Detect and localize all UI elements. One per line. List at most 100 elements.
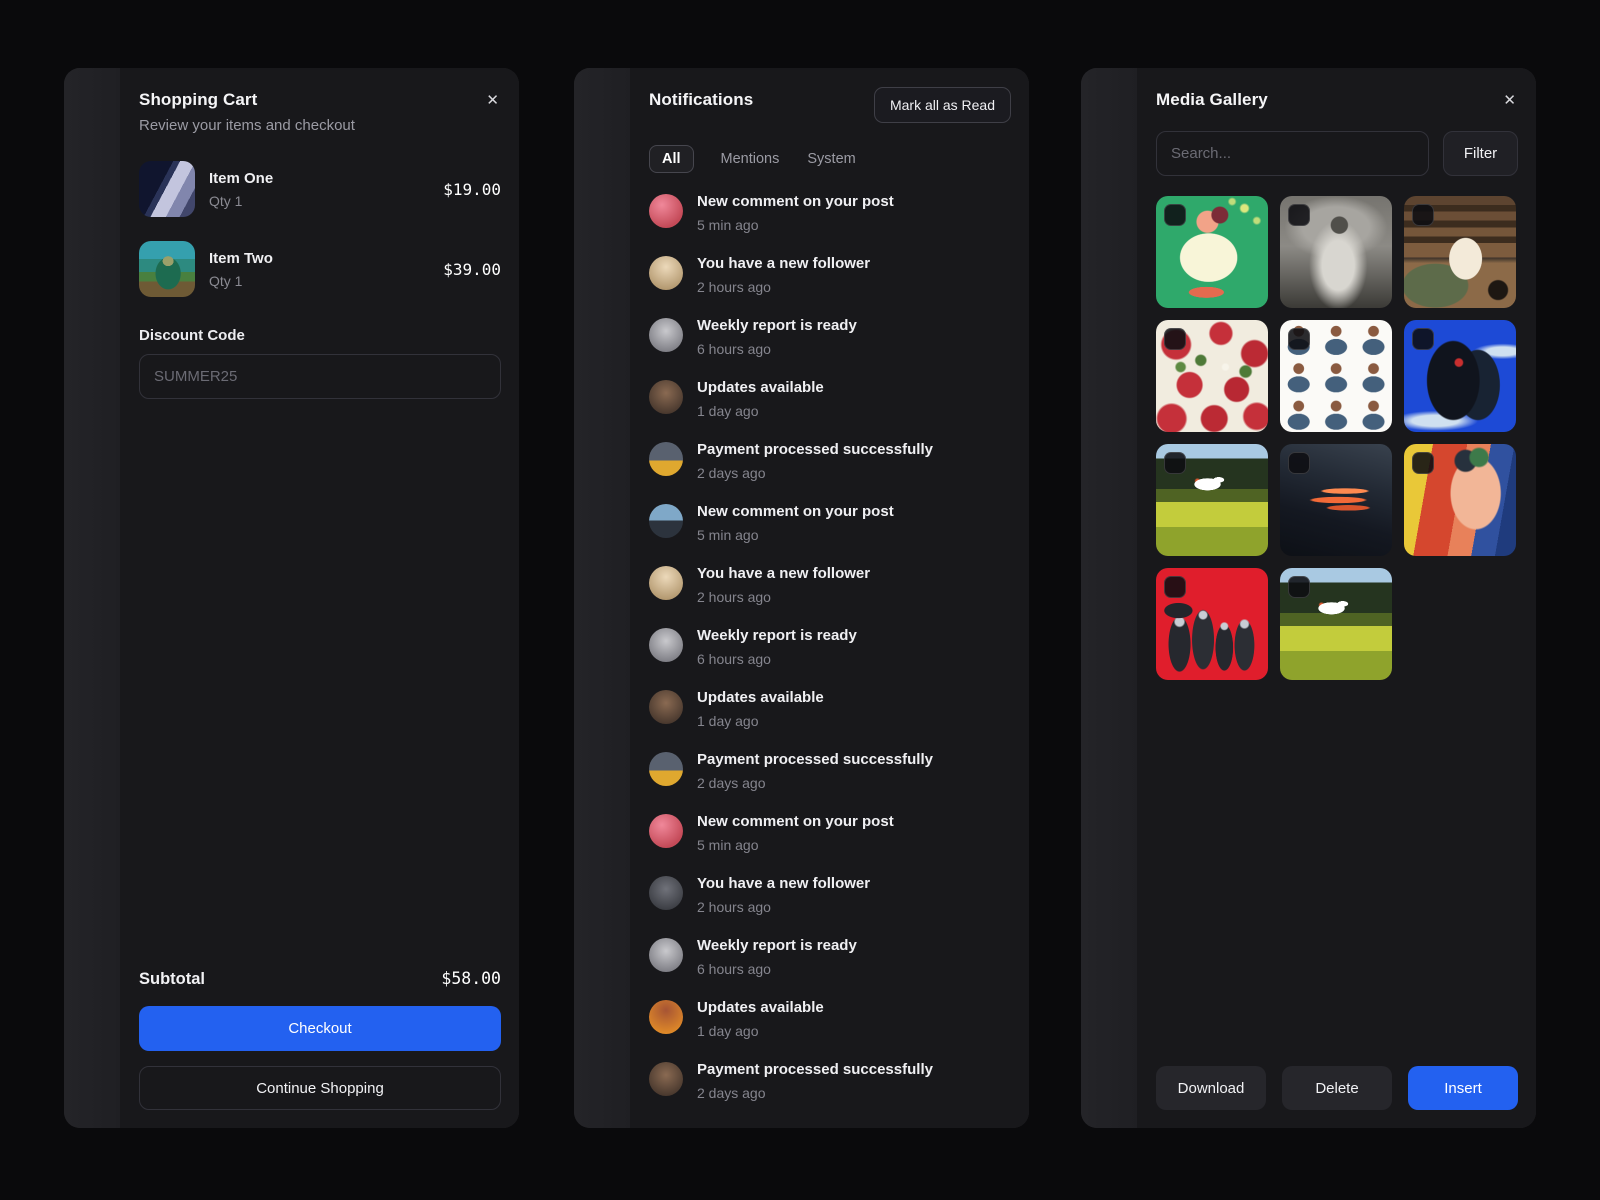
subtotal-label: Subtotal bbox=[139, 970, 205, 989]
cart-item-list: Item One Qty 1 $19.00 Item Two Qty 1 $39… bbox=[139, 161, 501, 297]
tile-checkbox[interactable] bbox=[1164, 328, 1186, 350]
gallery-tile[interactable] bbox=[1404, 196, 1516, 308]
notification-time: 1 day ago bbox=[697, 712, 824, 730]
notification-item[interactable]: Payment processed successfully 2 days ag… bbox=[649, 750, 1011, 798]
notification-item[interactable]: New comment on your post 5 min ago bbox=[649, 192, 1011, 240]
gallery-tile[interactable] bbox=[1156, 320, 1268, 432]
notification-item[interactable]: Weekly report is ready 6 hours ago bbox=[649, 316, 1011, 364]
notification-title: Payment processed successfully bbox=[697, 440, 933, 460]
notification-time: 6 hours ago bbox=[697, 960, 857, 978]
gallery-close-button[interactable]: ✕ bbox=[1501, 91, 1518, 110]
notification-item[interactable]: You have a new follower 2 hours ago bbox=[649, 564, 1011, 612]
notification-text: New comment on your post 5 min ago bbox=[697, 502, 894, 544]
avatar bbox=[649, 194, 683, 228]
panel-edge bbox=[64, 68, 120, 1128]
tile-checkbox[interactable] bbox=[1164, 452, 1186, 474]
tile-checkbox[interactable] bbox=[1164, 204, 1186, 226]
notification-time: 2 hours ago bbox=[697, 898, 870, 916]
tile-checkbox[interactable] bbox=[1288, 204, 1310, 226]
checkout-button[interactable]: Checkout bbox=[139, 1006, 501, 1051]
filter-button[interactable]: Filter bbox=[1443, 131, 1518, 176]
tile-checkbox[interactable] bbox=[1164, 576, 1186, 598]
cart-close-button[interactable]: ✕ bbox=[484, 91, 501, 110]
subtotal-value: $58.00 bbox=[441, 969, 501, 988]
notification-title: Updates available bbox=[697, 688, 824, 708]
cart-item-qty: Qty 1 bbox=[209, 193, 273, 209]
notification-title: Weekly report is ready bbox=[697, 936, 857, 956]
discount-section: Discount Code bbox=[139, 327, 501, 399]
notification-item[interactable]: New comment on your post 5 min ago bbox=[649, 812, 1011, 860]
cart-item-name: Item Two bbox=[209, 250, 273, 267]
notification-title: Payment processed successfully bbox=[697, 1060, 933, 1080]
notification-text: New comment on your post 5 min ago bbox=[697, 192, 894, 234]
notification-item[interactable]: Payment processed successfully 2 days ag… bbox=[649, 1060, 1011, 1108]
gallery-search-row: Filter bbox=[1156, 131, 1518, 176]
tile-checkbox[interactable] bbox=[1412, 452, 1434, 474]
panel-edge bbox=[1081, 68, 1137, 1128]
gallery-title: Media Gallery bbox=[1156, 90, 1268, 110]
notification-time: 5 min ago bbox=[697, 526, 894, 544]
continue-shopping-button[interactable]: Continue Shopping bbox=[139, 1066, 501, 1110]
notification-tab[interactable]: All bbox=[649, 145, 694, 173]
cart-title: Shopping Cart bbox=[139, 90, 257, 110]
notification-item[interactable]: New comment on your post 5 min ago bbox=[649, 502, 1011, 550]
media-gallery-content: Media Gallery ✕ Filter bbox=[1137, 68, 1536, 1128]
close-icon: ✕ bbox=[1503, 92, 1516, 109]
gallery-tile[interactable] bbox=[1156, 196, 1268, 308]
close-icon: ✕ bbox=[486, 92, 499, 109]
notification-title: New comment on your post bbox=[697, 192, 894, 212]
gallery-tile[interactable] bbox=[1280, 196, 1392, 308]
notification-time: 6 hours ago bbox=[697, 650, 857, 668]
gallery-tile[interactable] bbox=[1280, 444, 1392, 556]
notifications-panel: Notifications Mark all as Read All Menti… bbox=[574, 68, 1029, 1128]
discount-code-label: Discount Code bbox=[139, 327, 245, 344]
avatar bbox=[649, 1062, 683, 1096]
notification-time: 1 day ago bbox=[697, 402, 824, 420]
notification-title: New comment on your post bbox=[697, 502, 894, 522]
notification-item[interactable]: Updates available 1 day ago bbox=[649, 688, 1011, 736]
notification-item[interactable]: Weekly report is ready 6 hours ago bbox=[649, 936, 1011, 984]
discount-code-input[interactable] bbox=[139, 354, 501, 399]
media-gallery-panel: Media Gallery ✕ Filter bbox=[1081, 68, 1536, 1128]
notification-tab[interactable]: System bbox=[806, 145, 856, 173]
gallery-tile[interactable] bbox=[1156, 444, 1268, 556]
gallery-tile[interactable] bbox=[1404, 320, 1516, 432]
avatar bbox=[649, 690, 683, 724]
notification-tab[interactable]: Mentions bbox=[720, 145, 781, 173]
notification-item[interactable]: Updates available 1 day ago bbox=[649, 998, 1011, 1046]
notification-title: You have a new follower bbox=[697, 254, 870, 274]
notification-time: 2 hours ago bbox=[697, 278, 870, 296]
notification-time: 2 days ago bbox=[697, 774, 933, 792]
gallery-tile[interactable] bbox=[1156, 568, 1268, 680]
tile-checkbox[interactable] bbox=[1288, 452, 1310, 474]
tile-checkbox[interactable] bbox=[1412, 328, 1434, 350]
avatar bbox=[649, 628, 683, 662]
delete-button[interactable]: Delete bbox=[1282, 1066, 1392, 1110]
notification-time: 6 hours ago bbox=[697, 340, 857, 358]
tile-checkbox[interactable] bbox=[1412, 204, 1434, 226]
notification-item[interactable]: Payment processed successfully 2 days ag… bbox=[649, 440, 1011, 488]
panel-edge bbox=[574, 68, 630, 1128]
notification-item[interactable]: You have a new follower 2 hours ago bbox=[649, 874, 1011, 922]
cart-spacer bbox=[139, 399, 501, 969]
notification-text: You have a new follower 2 hours ago bbox=[697, 564, 870, 606]
gallery-tile[interactable] bbox=[1404, 444, 1516, 556]
notification-item[interactable]: You have a new follower 2 hours ago bbox=[649, 254, 1011, 302]
notification-item[interactable]: Weekly report is ready 6 hours ago bbox=[649, 626, 1011, 674]
download-button[interactable]: Download bbox=[1156, 1066, 1266, 1110]
mark-all-read-button[interactable]: Mark all as Read bbox=[874, 87, 1011, 123]
gallery-tile[interactable] bbox=[1280, 320, 1392, 432]
notification-title: Updates available bbox=[697, 998, 824, 1018]
search-input[interactable] bbox=[1156, 131, 1429, 176]
tile-checkbox[interactable] bbox=[1288, 576, 1310, 598]
gallery-tile[interactable] bbox=[1280, 568, 1392, 680]
notification-tabs: All Mentions System bbox=[649, 145, 1011, 173]
cart-item-info: Item One Qty 1 bbox=[209, 170, 273, 209]
cart-item-price: $39.00 bbox=[443, 260, 501, 279]
notification-item[interactable]: Updates available 1 day ago bbox=[649, 378, 1011, 426]
notifications-title: Notifications bbox=[649, 90, 753, 110]
tile-checkbox[interactable] bbox=[1288, 328, 1310, 350]
insert-button[interactable]: Insert bbox=[1408, 1066, 1518, 1110]
avatar bbox=[649, 380, 683, 414]
cart-item-qty: Qty 1 bbox=[209, 273, 273, 289]
